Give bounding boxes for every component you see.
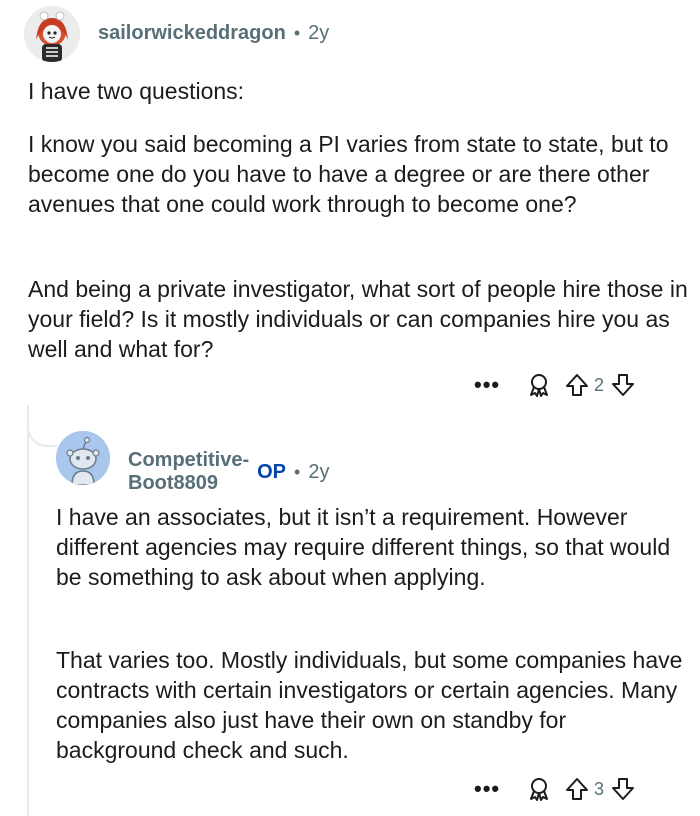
thread-line[interactable] (27, 405, 29, 816)
username-link[interactable]: sailorwickeddragon (98, 22, 286, 45)
separator-dot: • (294, 461, 301, 482)
downvote-arrow-icon[interactable] (610, 776, 636, 802)
comment-actions: ••• 3 (474, 776, 636, 802)
comment-paragraph: I have two questions: (28, 78, 245, 104)
upvote-arrow-icon[interactable] (564, 372, 590, 398)
comment-paragraph: That varies too. Mostly individuals, but… (56, 647, 683, 763)
comment-age: 2y (308, 22, 330, 44)
avatar-icon[interactable] (24, 6, 80, 62)
comment-age: 2y (308, 460, 330, 483)
more-options-button[interactable]: ••• (474, 776, 504, 802)
vote-score: 3 (594, 778, 605, 799)
more-options-button[interactable]: ••• (474, 372, 504, 398)
comment-meta: Competitive-Boot8809 OP • 2y (128, 449, 329, 495)
comment-actions: ••• 2 (474, 372, 636, 398)
comment-paragraph: And being a private investigator, what s… (28, 276, 688, 362)
op-badge: OP (257, 460, 287, 483)
comment-paragraph: I know you said becoming a PI varies fro… (28, 131, 669, 217)
vote-score: 2 (594, 374, 605, 395)
award-icon[interactable] (526, 776, 552, 802)
comment-paragraph: I have an associates, but it isn’t a req… (56, 504, 671, 590)
thread-connector (27, 405, 57, 447)
award-icon[interactable] (526, 372, 552, 398)
snoo-avatar-icon[interactable] (56, 431, 110, 485)
username-link[interactable]: Competitive-Boot8809 (128, 449, 249, 495)
upvote-arrow-icon[interactable] (564, 776, 590, 802)
comment-meta: sailorwickeddragon • 2y (98, 22, 329, 45)
separator-dot: • (293, 23, 301, 43)
downvote-arrow-icon[interactable] (610, 372, 636, 398)
